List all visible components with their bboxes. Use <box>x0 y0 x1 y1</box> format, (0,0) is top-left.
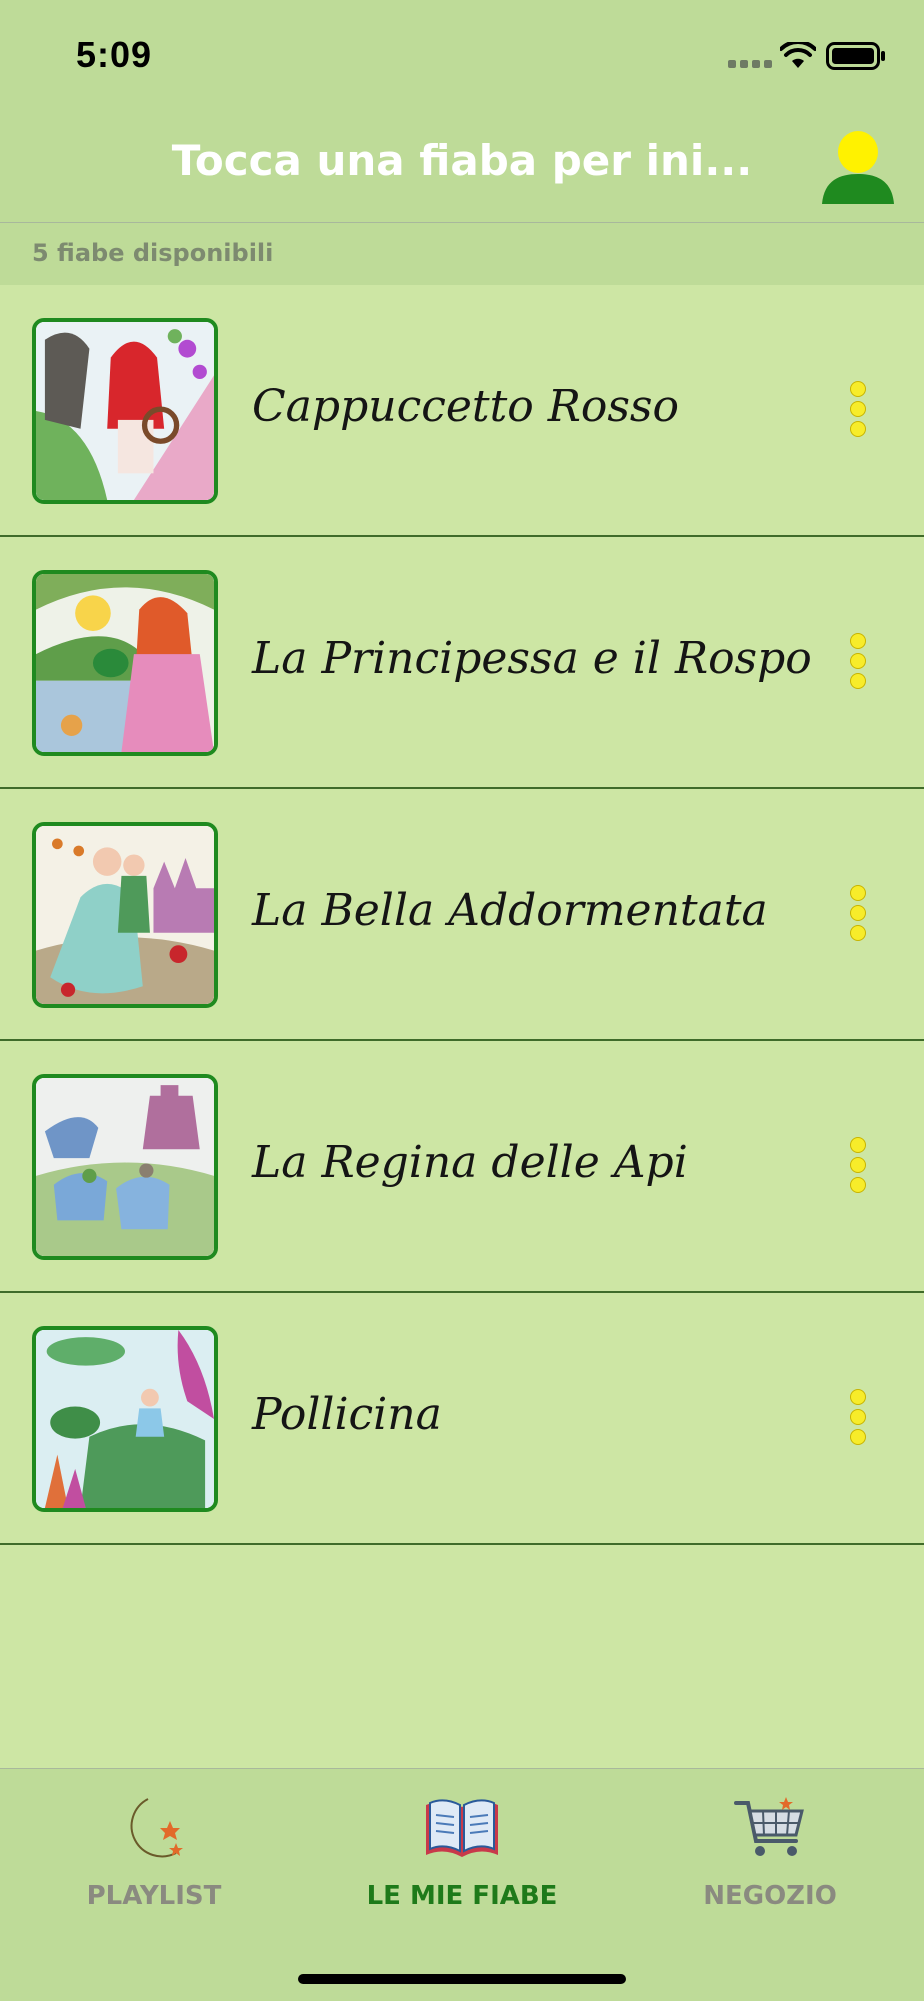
more-options-icon[interactable] <box>842 1389 874 1449</box>
more-options-icon[interactable] <box>842 1137 874 1197</box>
story-row[interactable]: La Regina delle Api <box>0 1041 924 1293</box>
queen-bees-illustration <box>32 1074 218 1260</box>
wifi-icon <box>780 42 816 68</box>
battery-icon <box>826 42 885 70</box>
more-options-icon[interactable] <box>842 885 874 945</box>
story-title: La Bella Addormentata <box>252 885 768 936</box>
more-options-icon[interactable] <box>842 381 874 441</box>
story-row[interactable]: La Bella Addormentata <box>0 789 924 1041</box>
open-book-icon <box>426 1799 498 1857</box>
tab-label: NEGOZIO <box>703 1881 837 1911</box>
profile-icon[interactable] <box>822 130 894 204</box>
navigation-header: Tocca una fiaba per ini... <box>0 112 924 223</box>
story-title: La Regina delle Api <box>252 1137 688 1188</box>
tab-label: PLAYLIST <box>86 1881 222 1911</box>
sleeping-beauty-illustration <box>32 822 218 1008</box>
tab-label: LE MIE FIABE <box>366 1881 558 1911</box>
status-bar: 5:09 <box>0 0 924 112</box>
thumbelina-illustration <box>32 1326 218 1512</box>
tab-negozio[interactable]: NEGOZIO <box>616 1769 924 1919</box>
story-row[interactable]: La Principessa e il Rospo <box>0 537 924 789</box>
story-row[interactable]: Pollicina <box>0 1293 924 1545</box>
story-title: Cappuccetto Rosso <box>252 381 680 432</box>
more-options-icon[interactable] <box>842 633 874 693</box>
status-time: 5:09 <box>76 34 153 75</box>
story-list: Cappuccetto Rosso La Principessa e il Ro… <box>0 285 924 1545</box>
story-row[interactable]: Cappuccetto Rosso <box>0 285 924 537</box>
tab-bar: PLAYLIST LE MIE FIABE NEGOZIO <box>0 1768 924 2001</box>
page-title: Tocca una fiaba per ini... <box>171 136 753 185</box>
moon-stars-icon <box>130 1798 183 1858</box>
red-riding-hood-illustration <box>32 318 218 504</box>
tab-le-mie-fiabe[interactable]: LE MIE FIABE <box>308 1769 616 1919</box>
story-title: La Principessa e il Rospo <box>252 633 812 684</box>
cell-signal-icon <box>728 60 772 68</box>
princess-frog-illustration <box>32 570 218 756</box>
home-indicator[interactable] <box>298 1974 626 1984</box>
story-title: Pollicina <box>252 1389 442 1440</box>
shopping-cart-icon <box>734 1797 804 1856</box>
available-count-label: 5 fiabe disponibili <box>32 239 274 267</box>
section-header: 5 fiabe disponibili <box>0 223 924 285</box>
tab-playlist[interactable]: PLAYLIST <box>0 1769 308 1919</box>
